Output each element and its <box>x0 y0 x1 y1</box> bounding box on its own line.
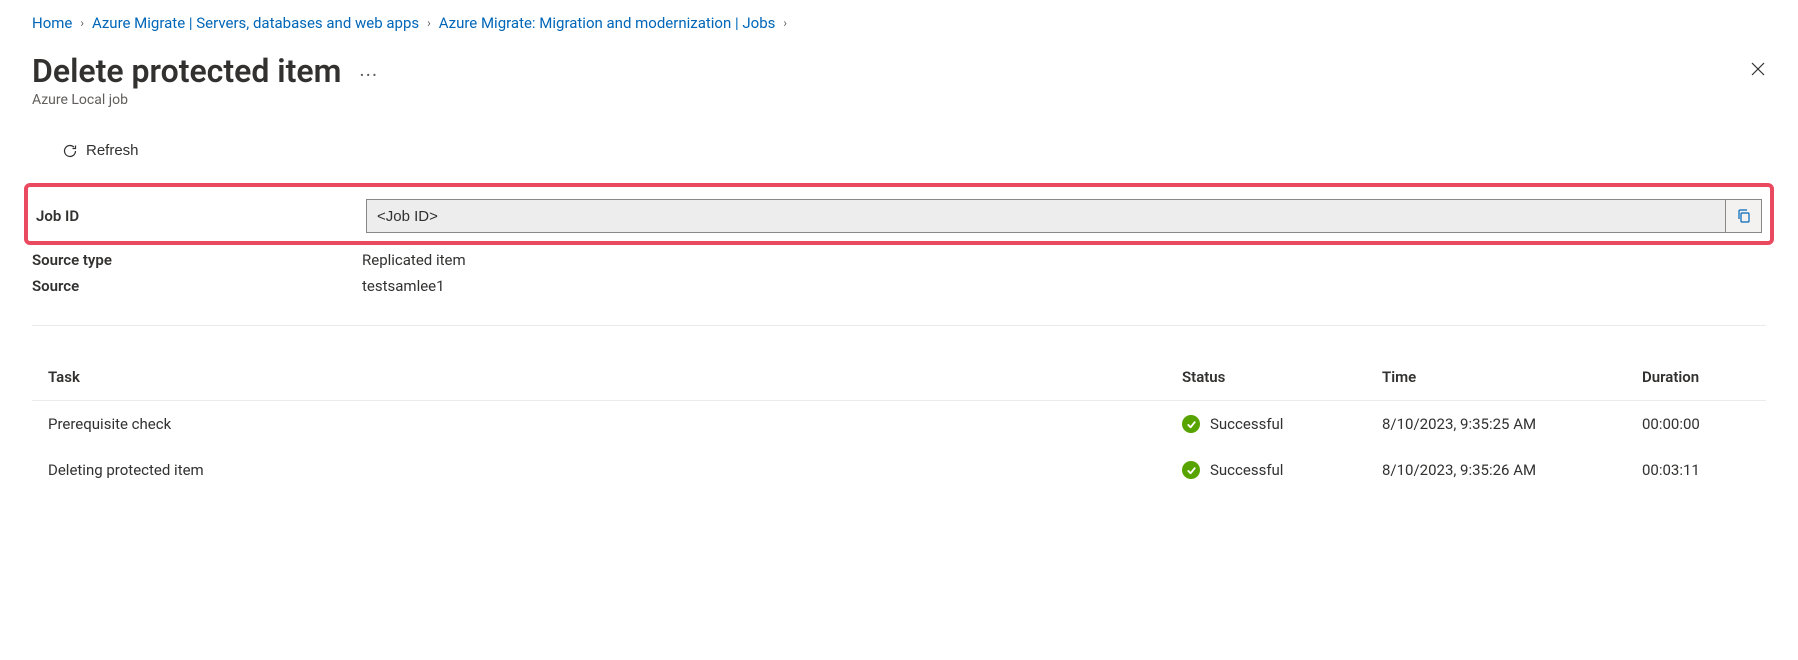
chevron-right-icon: › <box>427 16 431 30</box>
source-type-value: Replicated item <box>362 251 466 269</box>
close-button[interactable] <box>1742 53 1774 90</box>
refresh-icon <box>62 143 78 159</box>
breadcrumb-item-migrate[interactable]: Azure Migrate | Servers, databases and w… <box>92 14 419 32</box>
table-row: Prerequisite check Successful 8/10/2023,… <box>32 401 1766 448</box>
column-header-task: Task <box>32 326 1166 401</box>
table-row: Deleting protected item Successful 8/10/… <box>32 447 1766 493</box>
more-actions-button[interactable]: ··· <box>359 63 378 87</box>
job-id-highlight: Job ID <box>24 183 1774 245</box>
status-cell: Successful <box>1182 415 1350 433</box>
chevron-right-icon: › <box>80 16 84 30</box>
status-text: Successful <box>1210 461 1283 479</box>
refresh-button[interactable]: Refresh <box>62 142 139 159</box>
column-header-time: Time <box>1366 326 1626 401</box>
task-name: Prerequisite check <box>32 401 1166 448</box>
status-cell: Successful <box>1182 461 1350 479</box>
chevron-right-icon: › <box>783 16 787 30</box>
column-header-duration: Duration <box>1626 326 1766 401</box>
success-icon <box>1182 415 1200 433</box>
column-header-status: Status <box>1166 326 1366 401</box>
task-time: 8/10/2023, 9:35:25 AM <box>1366 401 1626 448</box>
task-duration: 00:03:11 <box>1626 447 1766 493</box>
job-id-input[interactable] <box>367 200 1725 232</box>
status-text: Successful <box>1210 415 1283 433</box>
breadcrumb-item-jobs[interactable]: Azure Migrate: Migration and modernizati… <box>439 14 776 32</box>
page-title: Delete protected item <box>32 52 341 90</box>
close-icon <box>1750 61 1766 77</box>
copy-icon <box>1736 208 1752 224</box>
breadcrumb-item-home[interactable]: Home <box>32 14 72 32</box>
task-duration: 00:00:00 <box>1626 401 1766 448</box>
page-subtitle: Azure Local job <box>32 92 1766 108</box>
source-type-label: Source type <box>32 251 362 269</box>
copy-button[interactable] <box>1725 200 1761 232</box>
toolbar: Refresh <box>32 108 1766 183</box>
task-name: Deleting protected item <box>32 447 1166 493</box>
source-label: Source <box>32 277 362 295</box>
breadcrumb: Home › Azure Migrate | Servers, database… <box>32 0 1766 42</box>
source-value: testsamlee1 <box>362 277 445 295</box>
job-id-field <box>366 199 1762 233</box>
task-time: 8/10/2023, 9:35:26 AM <box>1366 447 1626 493</box>
refresh-label: Refresh <box>86 142 139 159</box>
success-icon <box>1182 461 1200 479</box>
job-id-label: Job ID <box>36 207 366 225</box>
tasks-table: Task Status Time Duration Prerequisite c… <box>32 326 1766 493</box>
